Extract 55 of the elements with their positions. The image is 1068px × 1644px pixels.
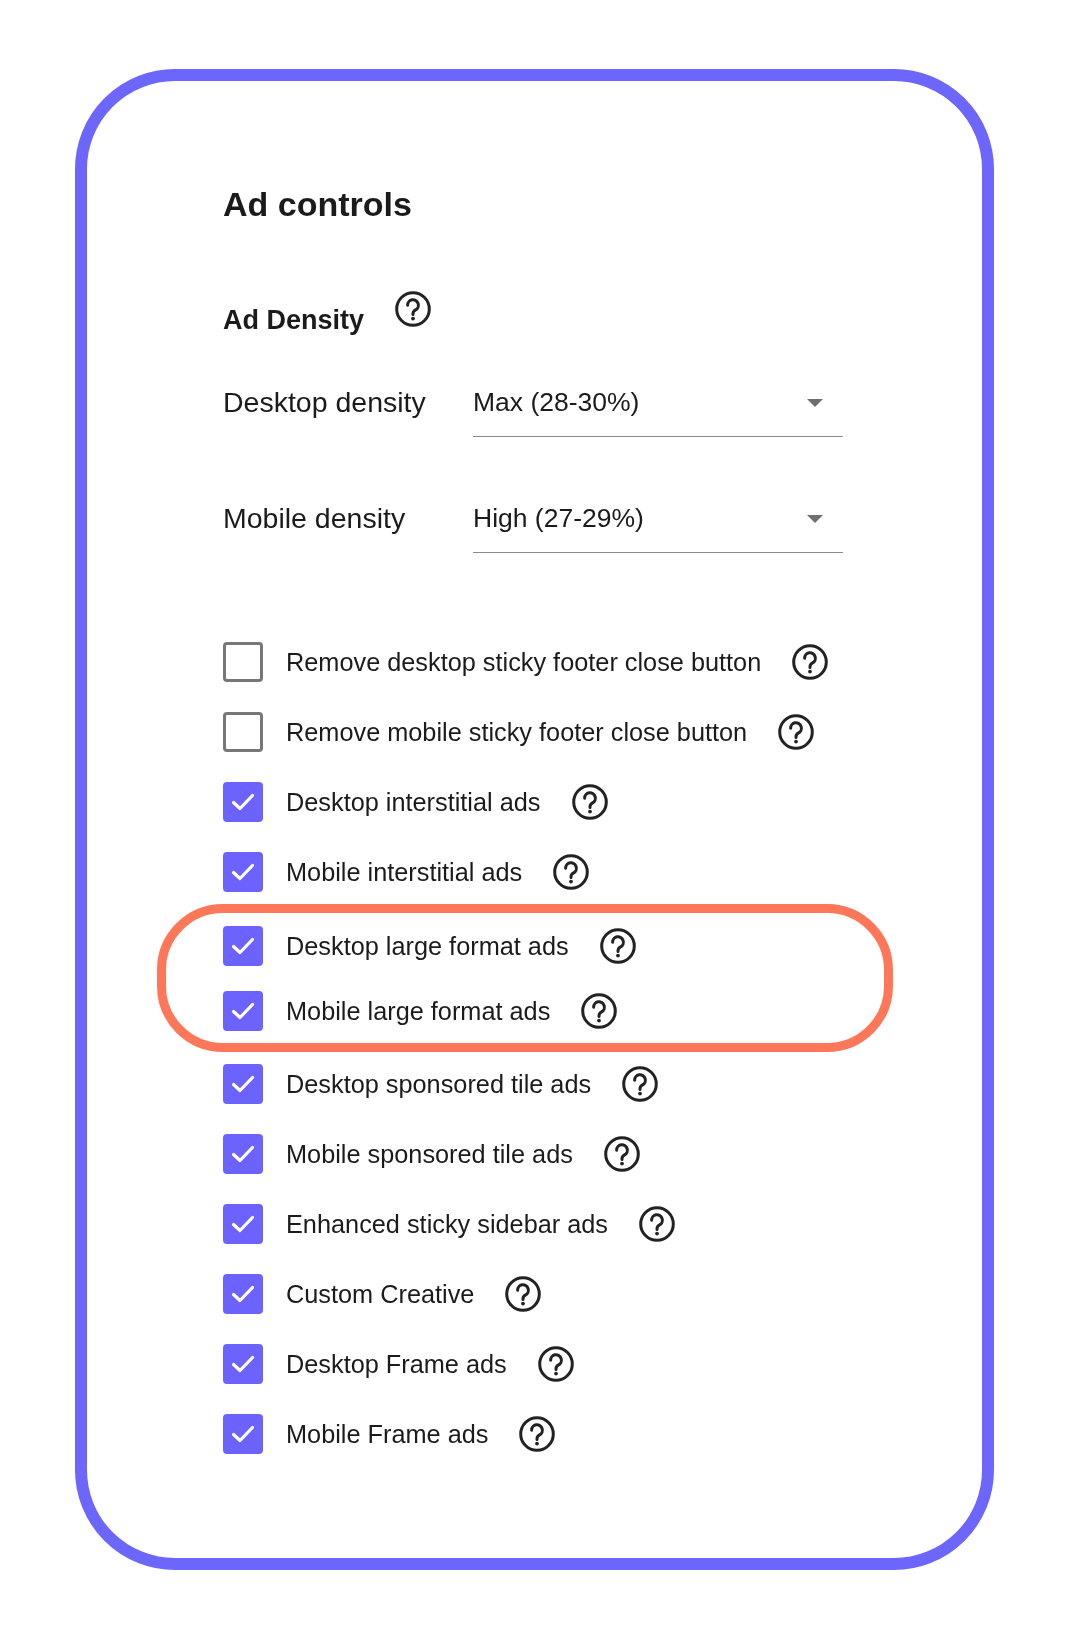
option-label: Mobile Frame ads [286, 1419, 489, 1449]
checkmark-icon [231, 936, 255, 955]
help-icon[interactable] [505, 1276, 542, 1312]
option-label: Desktop Frame ads [286, 1349, 507, 1379]
option-label: Remove mobile sticky footer close button [286, 717, 748, 747]
caret-icon [807, 398, 823, 407]
checkmark-icon [231, 1145, 255, 1163]
checkbox[interactable] [223, 990, 263, 1031]
help-icon[interactable] [603, 1136, 640, 1172]
option-label: Desktop sponsored tile ads [286, 1069, 592, 1099]
checkmark-icon [231, 793, 255, 811]
help-icon[interactable] [778, 714, 815, 750]
option-label: Custom Creative [286, 1279, 475, 1309]
help-icon[interactable] [581, 992, 618, 1029]
help-icon[interactable] [599, 927, 636, 964]
option-label: Desktop interstitial ads [286, 787, 541, 817]
checkbox[interactable] [223, 642, 263, 682]
checkmark-icon [231, 1075, 255, 1093]
help-icon[interactable] [622, 1066, 659, 1102]
checkbox[interactable] [223, 1344, 263, 1384]
density-select[interactable]: Max (28-30%) [473, 375, 843, 437]
checkbox[interactable] [223, 852, 263, 892]
option-label: Mobile large format ads [286, 995, 551, 1026]
checkbox[interactable] [223, 712, 263, 752]
checkmark-icon [231, 1285, 255, 1303]
option-label: Enhanced sticky sidebar ads [286, 1209, 609, 1239]
checkbox[interactable] [223, 1064, 263, 1104]
option-label: Mobile sponsored tile ads [286, 1139, 573, 1169]
section-title: Ad controls [223, 184, 412, 224]
option-label: Mobile interstitial ads [286, 857, 523, 887]
option-label: Desktop large format ads [286, 930, 569, 961]
help-icon[interactable] [571, 784, 608, 820]
checkbox[interactable] [223, 1274, 263, 1314]
help-icon[interactable] [395, 291, 432, 327]
checkmark-icon [231, 1001, 255, 1020]
caret-icon [807, 514, 823, 523]
checkbox[interactable] [223, 1134, 263, 1174]
checkmark-icon [231, 863, 255, 881]
checkmark-icon [231, 1215, 255, 1233]
help-icon[interactable] [639, 1206, 676, 1242]
option-label: Remove desktop sticky footer close button [286, 647, 762, 677]
select-label: Mobile density [223, 501, 407, 536]
help-icon[interactable] [519, 1416, 556, 1452]
help-icon[interactable] [537, 1346, 574, 1382]
help-icon[interactable] [553, 854, 590, 890]
checkbox[interactable] [223, 1204, 263, 1244]
subsection-title: Ad Density [223, 304, 365, 337]
checkmark-icon [231, 1425, 255, 1443]
checkbox[interactable] [223, 1414, 263, 1454]
density-select[interactable]: High (27-29%) [473, 491, 843, 553]
checkbox[interactable] [223, 782, 263, 822]
checkmark-icon [231, 1355, 255, 1373]
checkbox[interactable] [223, 925, 263, 966]
help-icon[interactable] [792, 644, 829, 680]
select-label: Desktop density [223, 385, 427, 420]
